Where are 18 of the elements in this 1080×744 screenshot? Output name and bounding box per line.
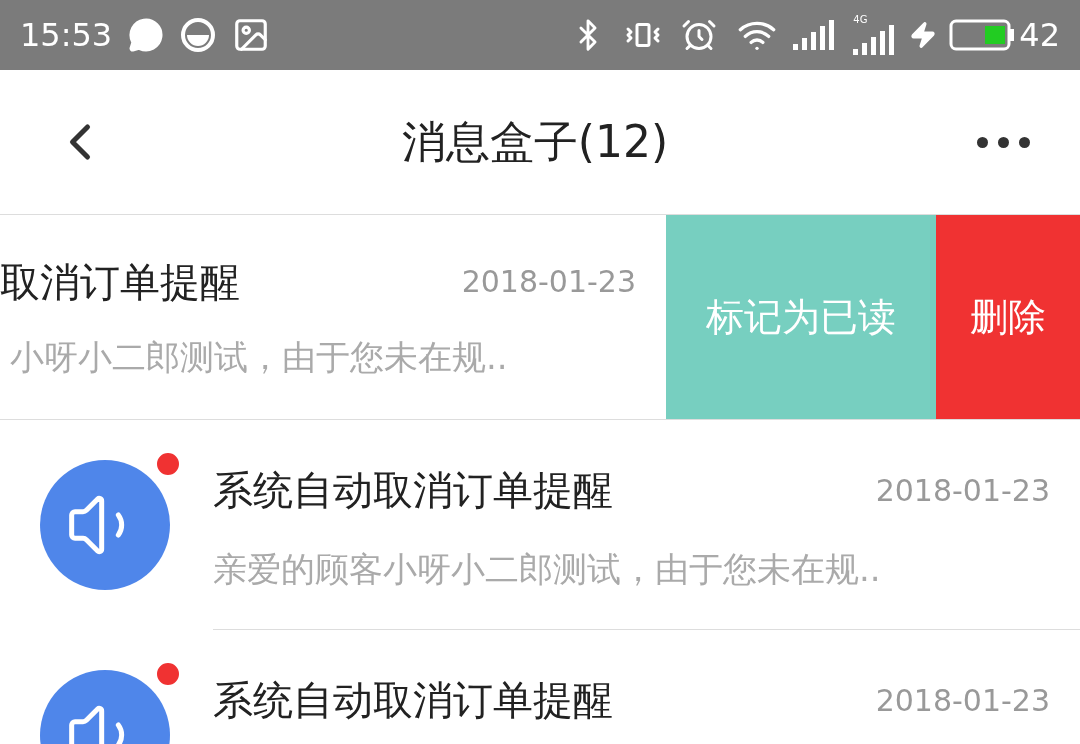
status-time: 15:53 xyxy=(20,15,113,56)
battery-icon xyxy=(949,19,1016,51)
message-title: 系统自动取消订单提醒 xyxy=(213,676,613,725)
delete-button[interactable]: 删除 xyxy=(936,215,1080,419)
message-date: 2018-01-23 xyxy=(875,681,1050,720)
message-date: 2018-01-23 xyxy=(875,471,1050,510)
page-title: 消息盒子(12) xyxy=(400,115,670,169)
battery-percent: 42 xyxy=(1019,15,1060,56)
message-date: 2018-01-23 xyxy=(461,263,636,301)
message-title: 取消订单提醒 xyxy=(0,257,240,307)
network-label: 4G xyxy=(853,15,868,25)
alarm-icon xyxy=(681,17,718,53)
charging-icon xyxy=(909,21,938,49)
message-preview: 小呀小二郎测试，由于您未在规.. xyxy=(9,335,509,379)
circle-icon xyxy=(180,17,217,53)
message-title: 系统自动取消订单提醒 xyxy=(213,466,613,515)
chat-bubble-icon xyxy=(128,17,165,53)
message-preview: 亲爱的顾客小呀小二郎测试，由于您未在规.. xyxy=(213,548,882,591)
